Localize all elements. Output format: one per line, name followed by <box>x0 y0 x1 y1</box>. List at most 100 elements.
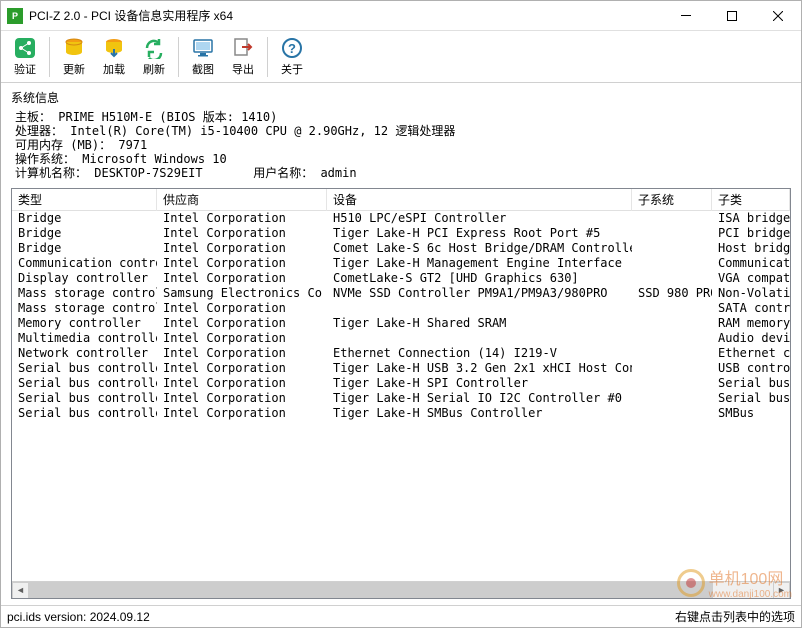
table-row[interactable]: Serial bus controllerIntel CorporationTi… <box>12 391 790 406</box>
table-cell: Ethernet Connection (14) I219-V <box>327 346 632 361</box>
table-cell: Serial bus controller <box>12 391 157 406</box>
table-row[interactable]: BridgeIntel CorporationComet Lake-S 6c H… <box>12 241 790 256</box>
table-cell: Multimedia controller <box>12 331 157 346</box>
table-cell: Ethernet co <box>712 346 790 361</box>
table-row[interactable]: Serial bus controllerIntel CorporationTi… <box>12 361 790 376</box>
about-button[interactable]: ? 关于 <box>272 34 312 79</box>
toolbar-separator <box>178 37 179 77</box>
scroll-track[interactable] <box>29 582 773 599</box>
window-controls <box>663 1 801 31</box>
table-row[interactable]: Memory controllerIntel CorporationTiger … <box>12 316 790 331</box>
close-button[interactable] <box>755 1 801 31</box>
toolbar-label: 验证 <box>14 61 36 77</box>
table-cell: SSD 980 PRO <box>632 286 712 301</box>
toolbar-label: 更新 <box>63 61 85 77</box>
status-left: pci.ids version: 2024.09.12 <box>7 610 150 624</box>
table-cell: Tiger Lake-H USB 3.2 Gen 2x1 xHCI Host C… <box>327 361 632 376</box>
app-icon: P <box>7 8 23 24</box>
table-row[interactable]: Network controllerIntel CorporationEther… <box>12 346 790 361</box>
table-cell: Mass storage controller <box>12 301 157 316</box>
table-row[interactable]: Multimedia controllerIntel Corporation Au… <box>12 331 790 346</box>
table-cell: Tiger Lake-H Management Engine Interface <box>327 256 632 271</box>
label: 用户名称： <box>253 166 313 180</box>
refresh-button[interactable]: 刷新 <box>134 34 174 79</box>
monitor-icon <box>191 36 215 60</box>
toolbar-label: 刷新 <box>143 61 165 77</box>
system-info-title: 系统信息 <box>11 89 791 106</box>
table-cell: Tiger Lake-H PCI Express Root Port #5 <box>327 226 632 241</box>
table-cell: VGA compati <box>712 271 790 286</box>
table-cell: USB control <box>712 361 790 376</box>
column-header-type[interactable]: 类型 <box>12 189 157 211</box>
scroll-left-button[interactable]: ◄ <box>12 582 29 599</box>
column-header-device[interactable]: 设备 <box>327 189 632 211</box>
table-row[interactable]: Serial bus controllerIntel CorporationTi… <box>12 376 790 391</box>
table-cell: H510 LPC/eSPI Controller <box>327 211 632 226</box>
label: 可用内存 (MB)： <box>15 138 111 152</box>
export-button[interactable]: 导出 <box>223 34 263 79</box>
table-row[interactable]: BridgeIntel CorporationH510 LPC/eSPI Con… <box>12 211 790 226</box>
table-body[interactable]: BridgeIntel CorporationH510 LPC/eSPI Con… <box>12 211 790 421</box>
column-header-class[interactable]: 子类 <box>712 189 790 211</box>
table-cell: Intel Corporation <box>157 391 327 406</box>
minimize-button[interactable] <box>663 1 709 31</box>
table-cell: Communicati <box>712 256 790 271</box>
maximize-icon <box>727 11 737 21</box>
update-button[interactable]: 更新 <box>54 34 94 79</box>
table-cell: Serial bus controller <box>12 406 157 421</box>
value: PRIME H510M-E (BIOS 版本: 1410) <box>58 110 277 124</box>
scroll-right-button[interactable]: ► <box>773 582 790 599</box>
horizontal-scrollbar[interactable]: ◄ ► <box>12 581 790 598</box>
label: 计算机名称： <box>15 166 87 180</box>
toolbar: 验证 更新 加载 刷新 截图 导出 ? 关于 <box>1 31 801 83</box>
table-cell: RAM memory <box>712 316 790 331</box>
toolbar-label: 截图 <box>192 61 214 77</box>
table-row[interactable]: Mass storage controllerSamsung Electroni… <box>12 286 790 301</box>
table-cell: Memory controller <box>12 316 157 331</box>
database-icon <box>62 36 86 60</box>
table-cell: Intel Corporation <box>157 316 327 331</box>
table-cell: Audio devic <box>712 331 790 346</box>
table-cell: Tiger Lake-H SPI Controller <box>327 376 632 391</box>
toolbar-separator <box>267 37 268 77</box>
table-cell: Intel Corporation <box>157 211 327 226</box>
toolbar-label: 关于 <box>281 61 303 77</box>
table-cell: Intel Corporation <box>157 241 327 256</box>
table-cell: Tiger Lake-H Shared SRAM <box>327 316 632 331</box>
scroll-thumb[interactable] <box>29 582 713 599</box>
table-row[interactable]: Serial bus controllerIntel CorporationTi… <box>12 406 790 421</box>
verify-button[interactable]: 验证 <box>5 34 45 79</box>
close-icon <box>773 11 783 21</box>
table-cell: Display controller <box>12 271 157 286</box>
table-row[interactable]: Mass storage controllerIntel Corporation… <box>12 301 790 316</box>
table-cell: Communication controller <box>12 256 157 271</box>
table-cell: Bridge <box>12 241 157 256</box>
table-row[interactable]: BridgeIntel CorporationTiger Lake-H PCI … <box>12 226 790 241</box>
label: 主板： <box>15 110 51 124</box>
value: DESKTOP-7S29EIT <box>94 166 202 180</box>
maximize-button[interactable] <box>709 1 755 31</box>
column-header-vendor[interactable]: 供应商 <box>157 189 327 211</box>
value: Intel(R) Core(TM) i5-10400 CPU @ 2.90GHz… <box>70 124 455 138</box>
help-icon: ? <box>280 36 304 60</box>
table-cell: Mass storage controller <box>12 286 157 301</box>
toolbar-label: 加载 <box>103 61 125 77</box>
table-cell: Serial bus controller <box>12 361 157 376</box>
load-button[interactable]: 加载 <box>94 34 134 79</box>
label: 处理器： <box>15 124 63 138</box>
toolbar-separator <box>49 37 50 77</box>
table-cell: Intel Corporation <box>157 331 327 346</box>
table-cell: Comet Lake-S 6c Host Bridge/DRAM Control… <box>327 241 632 256</box>
table-cell: Serial bus <box>712 376 790 391</box>
table-row[interactable]: Display controllerIntel CorporationComet… <box>12 271 790 286</box>
table-cell: PCI bridge <box>712 226 790 241</box>
system-info-body: 主板： PRIME H510M-E (BIOS 版本: 1410) 处理器： I… <box>11 110 791 180</box>
system-info-group: 系统信息 主板： PRIME H510M-E (BIOS 版本: 1410) 处… <box>11 89 791 180</box>
column-header-subsystem[interactable]: 子系统 <box>632 189 712 211</box>
table-row[interactable]: Communication controllerIntel Corporatio… <box>12 256 790 271</box>
device-table: 类型 供应商 设备 子系统 子类 BridgeIntel Corporation… <box>11 188 791 599</box>
table-cell: Serial bus controller <box>12 376 157 391</box>
minimize-icon <box>681 15 691 16</box>
refresh-icon <box>142 36 166 60</box>
screenshot-button[interactable]: 截图 <box>183 34 223 79</box>
